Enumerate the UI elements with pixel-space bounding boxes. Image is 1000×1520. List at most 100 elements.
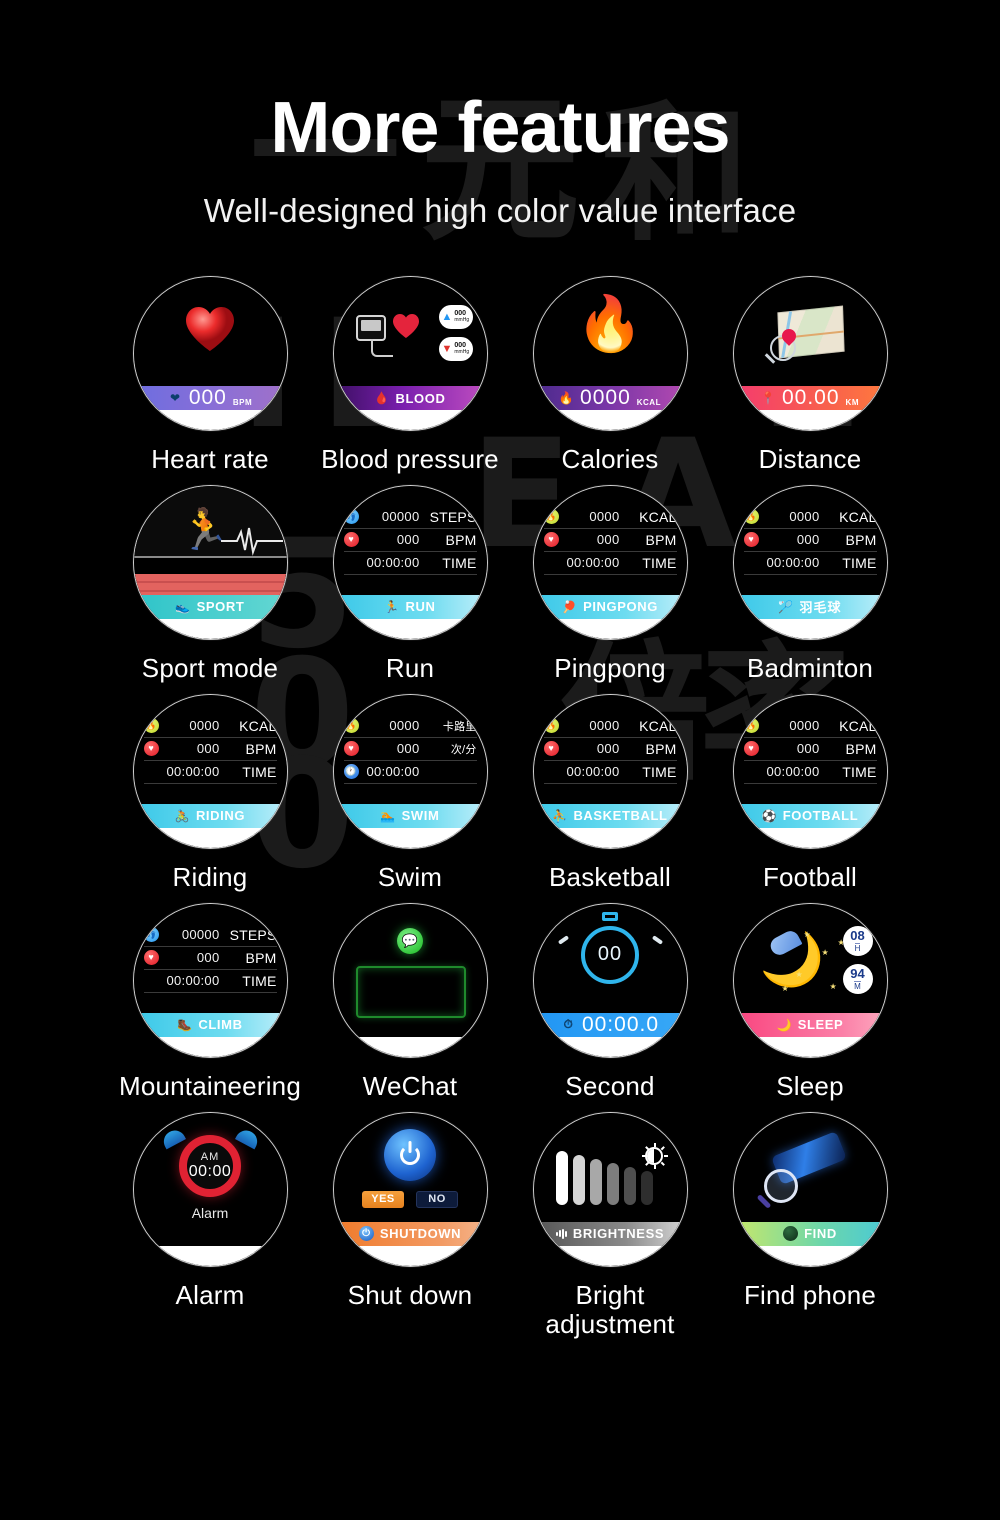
watch-screen: BRIGHTNESS	[533, 1112, 687, 1266]
brightness-bar	[640, 1170, 653, 1205]
heart-icon: ♥	[543, 741, 559, 757]
feature-caption: Alarm	[175, 1279, 245, 1310]
watch-preview-swim[interactable]: 🔥 0000 卡路里 ♥ 000 次/分 🕐 00:00:00 🏊 SWIM	[332, 693, 488, 849]
bp-value: 000 mmHg	[454, 310, 470, 324]
status-bar-label: SWIM	[401, 808, 440, 824]
watch-preview-alarm[interactable]: AM 00:00 Alarm	[132, 1111, 288, 1267]
star-icon: ★	[803, 929, 811, 939]
brightness-bar	[606, 1162, 619, 1205]
alarm-label: Alarm	[191, 1204, 229, 1221]
stat-value: 00:00:00	[566, 555, 620, 571]
watch-status-bar: 📍 00.00 KM	[733, 386, 887, 410]
watch-chin	[533, 1245, 687, 1266]
stat-row: 🔥 0000 KCAL	[143, 715, 277, 738]
watch-preview-second[interactable]: 00 ⏱ 00:00.0	[532, 902, 688, 1058]
blood-drop-icon: 🩸	[374, 391, 390, 405]
watch-preview-calories[interactable]: 🔥 🔥 0000 KCAL	[532, 276, 688, 431]
feature-caption: Sport mode	[141, 652, 279, 683]
wechat-logo-icon: 💬	[397, 927, 423, 954]
stopwatch-knob-right	[651, 934, 663, 945]
stat-row: 🔥 0000 KCAL	[543, 715, 677, 738]
status-bar-value: 00.00	[781, 386, 840, 409]
footballer-icon: ⚽	[761, 808, 777, 823]
stat-list: 👣 00000 STEPS ♥ 000 BPM 00:00:00 TIME	[143, 924, 277, 993]
stat-value: 000	[596, 532, 620, 548]
moon-icon: 🌙	[776, 1017, 792, 1032]
stopwatch-crown-icon	[602, 911, 618, 921]
watch-preview-wechat[interactable]: 💬	[332, 902, 488, 1058]
watch-screen: 🔥 0000 KCAL ♥ 000 BPM 00:00:00 TIME 🚴 RIDING	[133, 694, 287, 848]
stat-row: 00:00:00 TIME	[143, 970, 277, 993]
confirm-button-row: YES NO	[334, 1190, 487, 1208]
feature-cell: 👣 00000 STEPS ♥ 000 BPM 00:00:00 TIME 🏃 RUN Run	[310, 484, 510, 684]
stat-label: BPM	[845, 531, 877, 548]
status-bar-value: 000	[188, 386, 227, 409]
watch-preview-basketball[interactable]: 🔥 0000 KCAL ♥ 000 BPM 00:00:00 TIME ⛹ BASKETBALL	[532, 693, 688, 849]
watch-chin	[133, 827, 287, 848]
alarm-clock-icon: AM 00:00	[179, 1134, 241, 1197]
watch-preview-shut-down[interactable]: YES NO ⏻ SHUTDOWN	[332, 1111, 488, 1267]
feature-cell: ❤ 000 BPM Heart rate	[110, 276, 310, 475]
yes-button[interactable]: YES	[362, 1190, 404, 1208]
watch-preview-sleep[interactable]: 🌙 ★ ★ ★ ★ ★ ★ 08 H 94 M 🌙 SLEEP	[732, 902, 888, 1058]
sun-icon	[641, 1142, 668, 1169]
watch-preview-find-phone[interactable]: FIND	[732, 1111, 888, 1267]
watch-preview-sport-mode[interactable]: 🏃 👟 SPORT	[132, 484, 288, 640]
watch-screen: AM 00:00 Alarm	[133, 1112, 287, 1266]
kcal-icon: 🔥	[143, 718, 159, 734]
find-dot-icon	[783, 1226, 799, 1242]
watch-preview-bright-adjustment[interactable]: BRIGHTNESS	[532, 1111, 688, 1267]
watch-preview-pingpong[interactable]: 🔥 0000 KCAL ♥ 000 BPM 00:00:00 TIME 🏓 PINGPONG	[532, 484, 688, 640]
watch-preview-badminton[interactable]: 🔥 0000 KCAL ♥ 000 BPM 00:00:00 TIME 🏸 羽毛球	[732, 484, 888, 640]
feature-cell: 🔥 0000 KCAL ♥ 000 BPM 00:00:00 TIME ⛹ BASKETBALL B…	[510, 693, 710, 893]
watch-preview-heart-rate[interactable]: ❤ 000 BPM	[132, 276, 288, 431]
heart-icon: ♥	[543, 532, 559, 548]
stat-value: 0000	[789, 718, 820, 734]
stat-value: 00000	[381, 509, 420, 525]
stat-label: 卡路里	[442, 720, 477, 733]
power-glyph	[400, 1144, 420, 1165]
watch-chin	[133, 618, 287, 639]
flame-icon: 🔥	[576, 294, 644, 354]
feature-caption: Sleep	[776, 1070, 844, 1101]
status-bar-label: PINGPONG	[583, 599, 658, 615]
stat-label: KCAL	[639, 717, 677, 734]
brightness-bar	[589, 1158, 602, 1205]
bp-badge-diastolic: ▼ 000 mmHg	[438, 337, 473, 361]
watch-screen: 💬	[333, 903, 487, 1057]
watch-preview-riding[interactable]: 🔥 0000 KCAL ♥ 000 BPM 00:00:00 TIME 🚴 RIDING	[132, 693, 288, 849]
star-icon: ★	[829, 981, 837, 991]
power-button-icon[interactable]	[384, 1128, 436, 1181]
stat-list: 🔥 0000 KCAL ♥ 000 BPM 00:00:00 TIME	[543, 506, 677, 575]
watch-chin	[333, 410, 487, 430]
status-bar-unit: KCAL	[636, 398, 661, 407]
feature-caption: Swim	[377, 861, 443, 892]
swimmer-icon: 🏊	[380, 808, 396, 823]
stat-value: 000	[396, 741, 420, 757]
stat-row: 🕐 00:00:00	[343, 761, 477, 784]
stat-value: 00:00:00	[566, 764, 620, 780]
feature-cell: 💬 WeChat	[310, 902, 510, 1102]
feature-cell: FIND Find phone	[710, 1111, 910, 1341]
watch-status-bar: 🏊 SWIM	[333, 803, 487, 828]
sleep-badge-hours: 08 H	[842, 925, 873, 956]
heart-icon	[392, 313, 420, 339]
bp-unit: mmHg	[454, 349, 470, 356]
watch-preview-football[interactable]: 🔥 0000 KCAL ♥ 000 BPM 00:00:00 TIME ⚽ FOOTBALL	[732, 693, 888, 849]
heart-icon: ♥	[743, 741, 759, 757]
watch-preview-blood-pressure[interactable]: ▲ 000 mmHg ▼ 000 mmHg 🩸 BLOOD	[332, 276, 488, 431]
stat-label: TIME	[642, 763, 677, 780]
brightness-level-bars[interactable]	[555, 1150, 653, 1205]
page-title: More features	[270, 88, 730, 168]
watch-chin	[533, 827, 687, 848]
watch-preview-run[interactable]: 👣 00000 STEPS ♥ 000 BPM 00:00:00 TIME 🏃 RUN	[332, 484, 488, 640]
watch-chin	[133, 1036, 287, 1057]
feature-caption: Basketball	[549, 861, 671, 892]
feature-cell: ▲ 000 mmHg ▼ 000 mmHg 🩸 BLOOD Blood pressure	[310, 276, 510, 475]
alarm-time: 00:00	[188, 1162, 232, 1180]
watch-status-bar: 👟 SPORT	[133, 594, 287, 619]
no-button[interactable]: NO	[416, 1190, 458, 1208]
watch-preview-mountaineering[interactable]: 👣 00000 STEPS ♥ 000 BPM 00:00:00 TIME 🥾 CLIMB	[132, 902, 288, 1058]
feature-cell: 🏃 👟 SPORT Sport mode	[110, 484, 310, 684]
watch-preview-distance[interactable]: 📍 00.00 KM	[732, 276, 888, 431]
